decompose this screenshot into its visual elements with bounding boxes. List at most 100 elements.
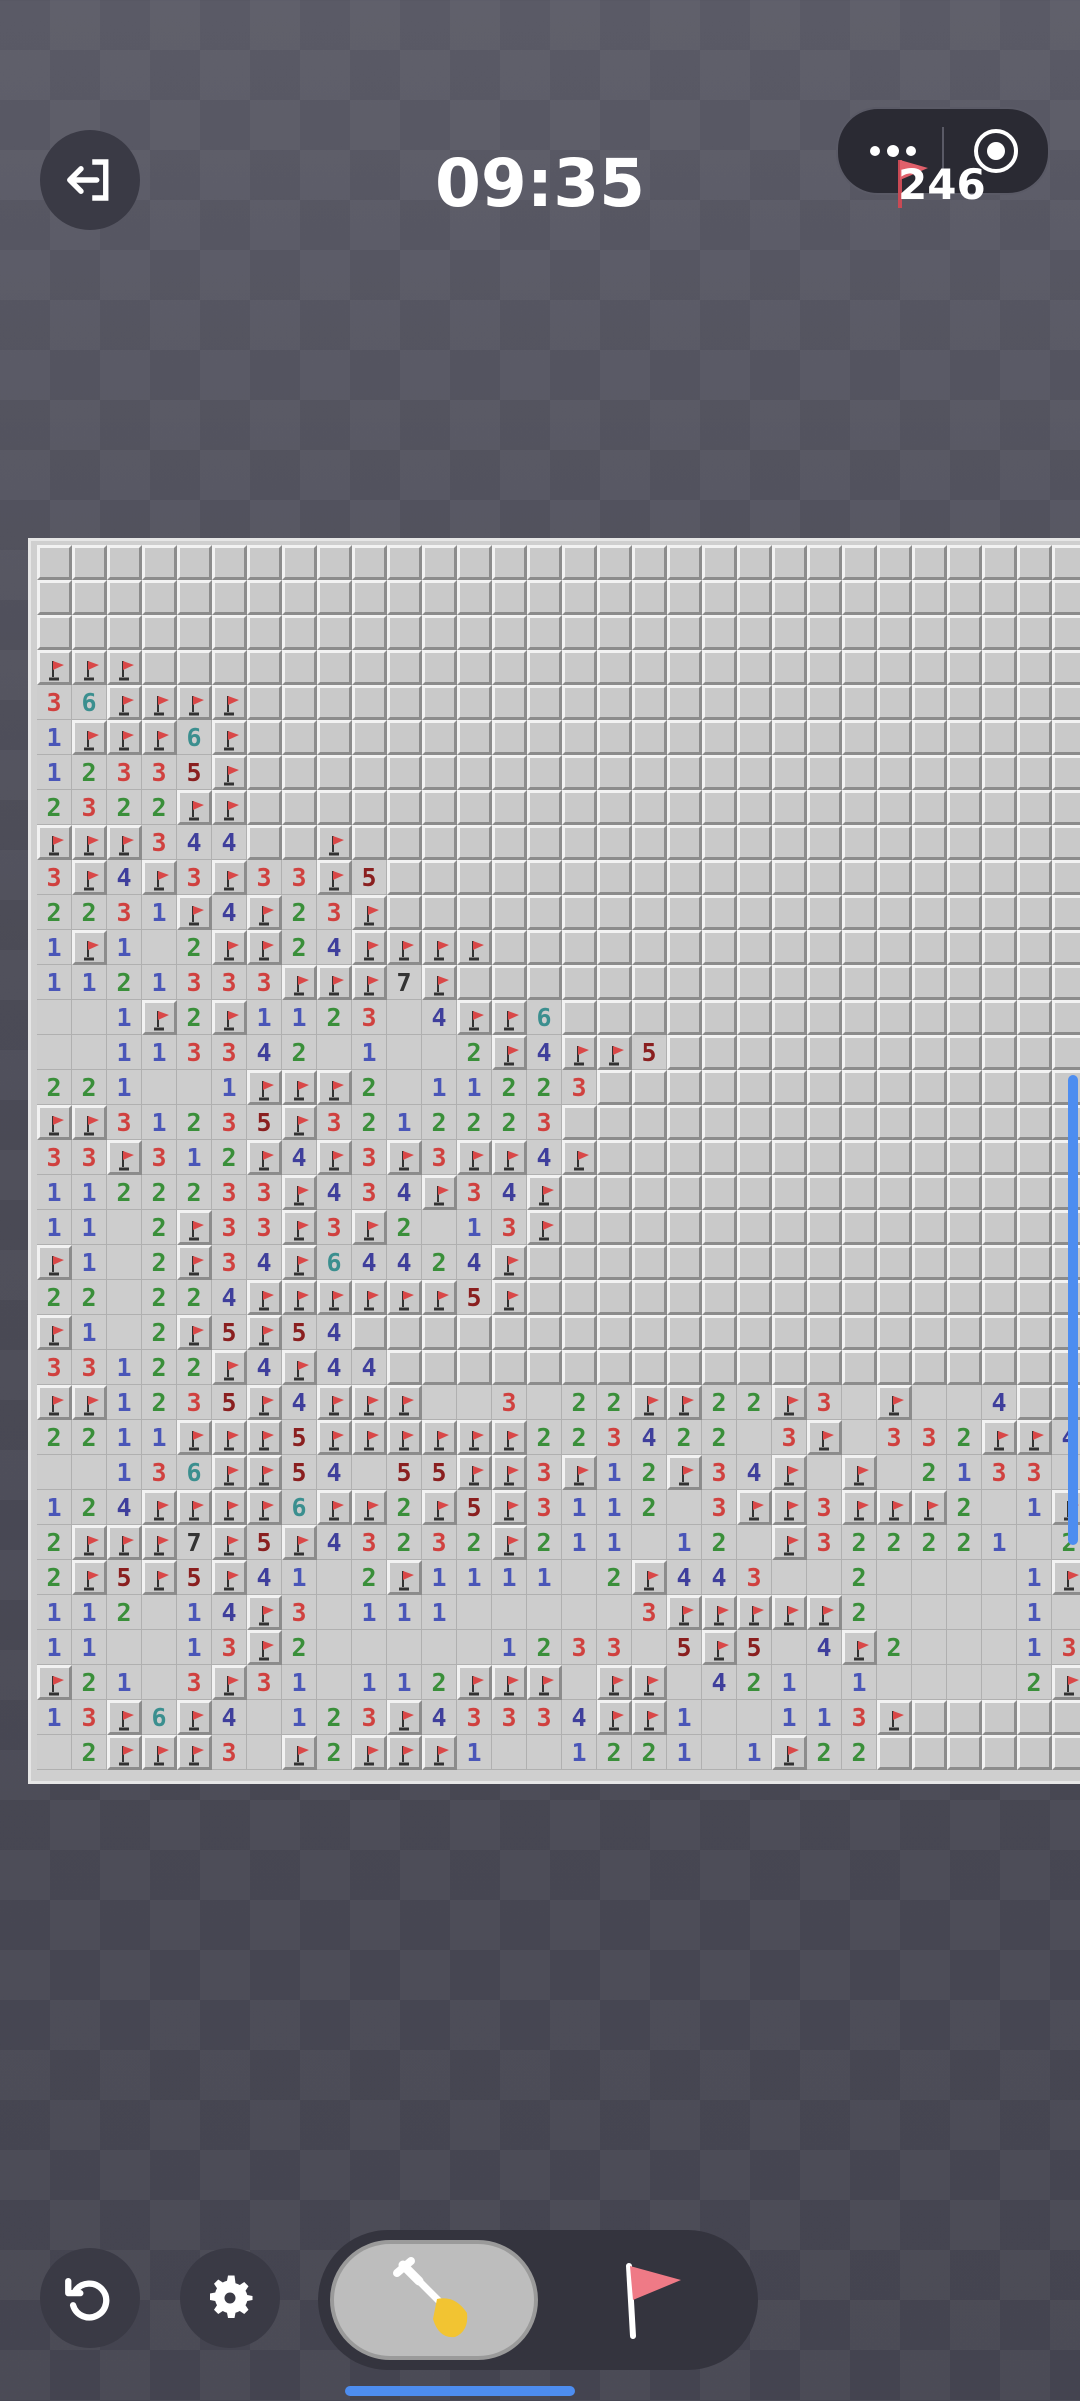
cell-number[interactable]: 5 <box>107 1560 142 1595</box>
cell-hidden[interactable] <box>492 685 527 720</box>
cell-hidden[interactable] <box>702 895 737 930</box>
cell-hidden[interactable] <box>1017 1175 1052 1210</box>
cell-empty[interactable] <box>247 1735 282 1770</box>
cell-empty[interactable] <box>72 1000 107 1035</box>
cell-hidden[interactable] <box>597 685 632 720</box>
cell-hidden[interactable] <box>1017 1315 1052 1350</box>
cell-hidden[interactable] <box>527 1350 562 1385</box>
cell-hidden[interactable] <box>702 720 737 755</box>
cell-hidden[interactable] <box>702 930 737 965</box>
cell-flagged[interactable] <box>492 1665 527 1700</box>
cell-hidden[interactable] <box>667 650 702 685</box>
cell-number[interactable]: 2 <box>842 1560 877 1595</box>
cell-flagged[interactable] <box>317 1490 352 1525</box>
cell-flagged[interactable] <box>352 965 387 1000</box>
cell-hidden[interactable] <box>562 1000 597 1035</box>
cell-empty[interactable] <box>562 1560 597 1595</box>
cell-hidden[interactable] <box>702 1175 737 1210</box>
cell-hidden[interactable] <box>912 685 947 720</box>
cell-hidden[interactable] <box>842 790 877 825</box>
cell-empty[interactable] <box>527 1735 562 1770</box>
cell-number[interactable]: 1 <box>107 1665 142 1700</box>
cell-hidden[interactable] <box>877 720 912 755</box>
cell-flagged[interactable] <box>877 1490 912 1525</box>
cell-number[interactable]: 3 <box>597 1420 632 1455</box>
cell-number[interactable]: 1 <box>387 1595 422 1630</box>
cell-hidden[interactable] <box>667 930 702 965</box>
cell-hidden[interactable] <box>912 580 947 615</box>
cell-hidden[interactable] <box>947 1245 982 1280</box>
cell-hidden[interactable] <box>562 650 597 685</box>
cell-number[interactable]: 2 <box>177 1280 212 1315</box>
cell-flagged[interactable] <box>177 1420 212 1455</box>
cell-hidden[interactable] <box>842 755 877 790</box>
cell-flagged[interactable] <box>317 825 352 860</box>
cell-number[interactable]: 1 <box>107 930 142 965</box>
cell-number[interactable]: 1 <box>562 1525 597 1560</box>
cell-flagged[interactable] <box>37 1245 72 1280</box>
cell-hidden[interactable] <box>702 1070 737 1105</box>
cell-hidden[interactable] <box>317 755 352 790</box>
cell-flagged[interactable] <box>107 720 142 755</box>
cell-hidden[interactable] <box>737 1315 772 1350</box>
cell-number[interactable]: 1 <box>667 1735 702 1770</box>
cell-hidden[interactable] <box>597 825 632 860</box>
cell-hidden[interactable] <box>1017 650 1052 685</box>
cell-number[interactable]: 2 <box>387 1525 422 1560</box>
cell-hidden[interactable] <box>457 1315 492 1350</box>
cell-hidden[interactable] <box>1017 545 1052 580</box>
cell-hidden[interactable] <box>212 650 247 685</box>
cell-number[interactable]: 4 <box>247 1350 282 1385</box>
cell-hidden[interactable] <box>737 1210 772 1245</box>
cell-hidden[interactable] <box>982 895 1017 930</box>
cell-hidden[interactable] <box>527 860 562 895</box>
cell-flagged[interactable] <box>492 1000 527 1035</box>
cell-hidden[interactable] <box>737 545 772 580</box>
cell-number[interactable]: 2 <box>37 1560 72 1595</box>
cell-number[interactable]: 3 <box>492 1210 527 1245</box>
cell-flagged[interactable] <box>597 1035 632 1070</box>
cell-number[interactable]: 2 <box>177 1350 212 1385</box>
cell-number[interactable]: 1 <box>667 1700 702 1735</box>
cell-hidden[interactable] <box>107 545 142 580</box>
cell-number[interactable]: 3 <box>317 1210 352 1245</box>
cell-flagged[interactable] <box>37 1385 72 1420</box>
cell-hidden[interactable] <box>947 1140 982 1175</box>
cell-empty[interactable] <box>772 1630 807 1665</box>
cell-number[interactable]: 2 <box>72 1280 107 1315</box>
cell-flagged[interactable] <box>807 1420 842 1455</box>
cell-hidden[interactable] <box>1052 1735 1080 1770</box>
cell-hidden[interactable] <box>877 1280 912 1315</box>
cell-number[interactable]: 2 <box>632 1455 667 1490</box>
cell-number[interactable]: 2 <box>352 1105 387 1140</box>
cell-hidden[interactable] <box>807 930 842 965</box>
cell-number[interactable]: 4 <box>527 1035 562 1070</box>
cell-hidden[interactable] <box>842 825 877 860</box>
cell-hidden[interactable] <box>702 1140 737 1175</box>
cell-number[interactable]: 3 <box>37 685 72 720</box>
cell-hidden[interactable] <box>492 755 527 790</box>
cell-hidden[interactable] <box>912 1035 947 1070</box>
cell-hidden[interactable] <box>1052 615 1080 650</box>
cell-flagged[interactable] <box>982 1420 1017 1455</box>
cell-number[interactable]: 1 <box>177 1595 212 1630</box>
cell-flagged[interactable] <box>142 720 177 755</box>
cell-flagged[interactable] <box>352 1735 387 1770</box>
cell-hidden[interactable] <box>807 860 842 895</box>
cell-number[interactable]: 1 <box>947 1455 982 1490</box>
cell-empty[interactable] <box>492 1735 527 1770</box>
cell-empty[interactable] <box>317 1560 352 1595</box>
cell-number[interactable]: 2 <box>72 1665 107 1700</box>
cell-hidden[interactable] <box>982 755 1017 790</box>
cell-empty[interactable] <box>912 1665 947 1700</box>
cell-empty[interactable] <box>247 1700 282 1735</box>
cell-number[interactable]: 4 <box>317 1315 352 1350</box>
cell-hidden[interactable] <box>317 790 352 825</box>
cell-flagged[interactable] <box>107 1700 142 1735</box>
cell-flagged[interactable] <box>317 1385 352 1420</box>
cell-hidden[interactable] <box>387 825 422 860</box>
cell-hidden[interactable] <box>562 1175 597 1210</box>
cell-hidden[interactable] <box>947 825 982 860</box>
cell-hidden[interactable] <box>632 1070 667 1105</box>
cell-hidden[interactable] <box>72 615 107 650</box>
